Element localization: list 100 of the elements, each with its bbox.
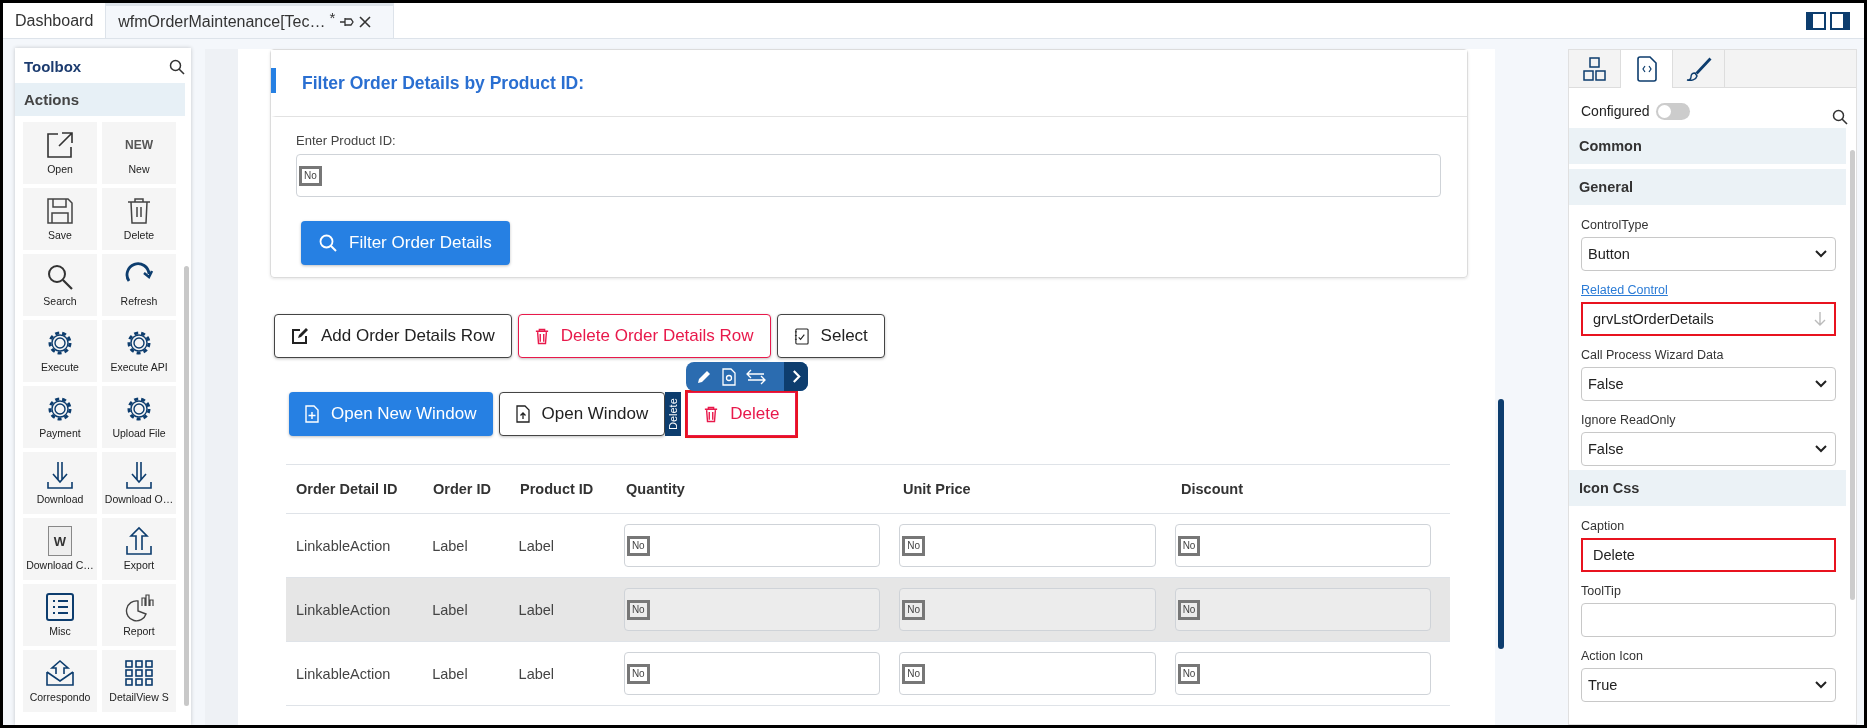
input-field[interactable]: Delete [1581, 538, 1836, 572]
chevron-down-icon[interactable] [1815, 445, 1827, 453]
search-icon[interactable] [169, 58, 185, 75]
select-field[interactable]: Button [1581, 237, 1836, 271]
toolbox-item[interactable]: W Download C… [23, 518, 97, 580]
chevron-down-icon[interactable] [1815, 380, 1827, 388]
toolbox-item-label: Save [48, 229, 72, 242]
toolbox-item-label: Open [47, 163, 73, 176]
toolbox-item-label: Report [123, 625, 155, 638]
file-plus-icon [305, 405, 319, 423]
layout-icon[interactable] [1806, 11, 1850, 30]
save-icon [45, 196, 75, 226]
toolbox-item-label: New [128, 163, 150, 176]
image-placeholder: No [626, 663, 650, 684]
table-cell-text: Label [518, 537, 556, 554]
toolbox-item[interactable]: Export [102, 518, 176, 580]
toolbox-item[interactable]: Download O… [102, 452, 176, 514]
toolbox-item[interactable]: Open [23, 122, 97, 184]
search-icon [45, 262, 75, 292]
toolbox-item-label: Execute [41, 361, 79, 374]
search-icon [319, 234, 337, 252]
window-button[interactable]: Delete [687, 392, 797, 436]
toolbox-item[interactable]: NEW New [102, 122, 176, 184]
table-cell-text: LinkableAction [295, 537, 392, 554]
toolbox-item[interactable]: Save [23, 188, 97, 250]
scrollbar[interactable] [184, 266, 189, 706]
pin-icon[interactable] [339, 16, 356, 28]
toolbox-item[interactable]: Upload File [102, 386, 176, 448]
field-label: Enter Product ID: [296, 133, 396, 148]
toolbox-item[interactable]: Payment [23, 386, 97, 448]
document-gear-icon[interactable] [722, 367, 736, 386]
input-field[interactable]: No [296, 154, 1441, 197]
download-icon [124, 460, 154, 490]
toolbox-item[interactable]: Execute API [102, 320, 176, 382]
toolbox-item[interactable]: Report [102, 584, 176, 646]
chevron-down-icon[interactable] [1815, 250, 1827, 258]
section-header[interactable]: Common [1569, 128, 1846, 164]
action-button[interactable]: Select [776, 314, 885, 358]
document-icon: W [48, 526, 72, 556]
toolbox-item[interactable]: Correspondo [23, 650, 97, 712]
image-placeholder: No [902, 663, 926, 684]
scrollbar[interactable] [1850, 150, 1855, 600]
file-upload-icon [515, 405, 530, 423]
upload-icon [124, 526, 154, 556]
toolbox-item[interactable]: DetailView S [102, 650, 176, 712]
toolbox-item-label: Misc [49, 625, 71, 638]
property-label: Call Process Wizard Data [1581, 348, 1725, 362]
scrollbar[interactable] [1498, 399, 1504, 649]
table-cell-text: Label [432, 665, 469, 682]
document-tab[interactable]: wfmOrderMaintenance[Tec… * [106, 3, 395, 38]
toolbox-item-label: Refresh [120, 295, 158, 308]
window-button[interactable]: Open New Window [289, 392, 493, 436]
toolbox-item[interactable]: Misc [23, 584, 97, 646]
select-field[interactable]: False [1581, 432, 1836, 466]
property-label: Caption [1581, 519, 1626, 533]
input-field[interactable]: No [899, 652, 1156, 695]
input-field[interactable]: No [899, 524, 1156, 567]
toolbox-item[interactable]: Execute [23, 320, 97, 382]
configured-label: Configured [1581, 103, 1650, 119]
select-field[interactable]: False [1581, 367, 1836, 401]
toggle-switch[interactable] [1655, 102, 1690, 120]
column-header: Order Detail ID [295, 481, 399, 497]
search-icon[interactable] [1832, 109, 1848, 125]
input-field[interactable] [1581, 603, 1836, 637]
input-field[interactable]: No [1174, 652, 1431, 695]
window-button[interactable]: Open Window [498, 392, 666, 436]
toolbox-item-label: Download O… [104, 493, 174, 506]
input-field[interactable]: No [1174, 524, 1431, 567]
toolbox-item[interactable]: Download [23, 452, 97, 514]
chevron-right-icon[interactable] [784, 362, 808, 391]
open-icon [45, 130, 75, 160]
toolbox-item[interactable]: Refresh [102, 254, 176, 316]
swap-arrows-icon[interactable] [746, 368, 766, 385]
section-header[interactable]: General [1569, 169, 1846, 205]
toolbox-item-label: Download [36, 493, 84, 506]
toolbox-item[interactable]: Delete [102, 188, 176, 250]
property-link[interactable]: Related Control [1581, 283, 1846, 297]
filter-button[interactable]: Filter Order Details [301, 221, 510, 265]
input-field[interactable]: No [623, 524, 881, 567]
input-field[interactable]: grvLstOrderDetails [1581, 302, 1836, 336]
property-label: ControlType [1581, 218, 1650, 232]
code-file-icon [1636, 56, 1657, 82]
panel-tab[interactable] [1621, 50, 1673, 88]
action-button[interactable]: Delete Order Details Row [517, 314, 771, 358]
toolbox-item-label: Download C… [26, 559, 94, 572]
toolbox-item[interactable]: Search [23, 254, 97, 316]
trash-icon [704, 405, 719, 423]
blocks-icon [1582, 56, 1607, 81]
new-icon: NEW [125, 130, 153, 160]
chevron-down-icon[interactable] [1815, 681, 1827, 689]
select-field[interactable]: True [1581, 668, 1836, 702]
image-placeholder: No [902, 599, 926, 620]
section-header[interactable]: Icon Css [1569, 470, 1846, 506]
card-title: Filter Order Details by Product ID: [301, 72, 584, 94]
input-field[interactable]: No [623, 652, 881, 695]
close-icon[interactable] [359, 16, 372, 28]
action-button[interactable]: Add Order Details Row [274, 314, 512, 358]
toolbox-title: Toolbox [24, 58, 82, 75]
pencil-icon[interactable] [696, 368, 712, 385]
column-header: Product ID [520, 481, 595, 497]
